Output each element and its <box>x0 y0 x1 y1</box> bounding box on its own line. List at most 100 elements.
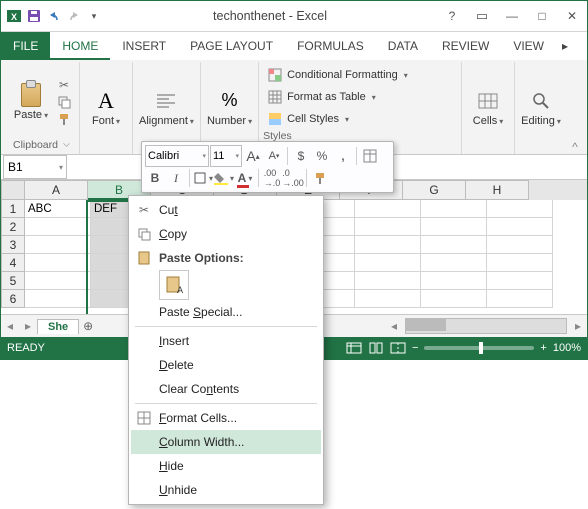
save-icon[interactable] <box>25 5 43 27</box>
tab-nav-next-icon[interactable]: ▸ <box>19 319 37 333</box>
row-header-3[interactable]: 3 <box>1 236 25 254</box>
ctx-paste-special[interactable]: Paste Special... <box>131 300 321 324</box>
add-sheet-icon[interactable]: ⊕ <box>79 319 97 333</box>
tab-file[interactable]: FILE <box>1 32 50 60</box>
tab-insert[interactable]: INSERT <box>110 32 178 60</box>
ctx-copy[interactable]: Copy <box>131 222 321 246</box>
decrease-font-icon[interactable]: A▾ <box>264 146 284 166</box>
italic-icon[interactable]: I <box>166 168 186 188</box>
group-clipboard: Paste ✂ Clipboard <box>5 62 80 154</box>
format-painter-mini-icon[interactable] <box>310 168 330 188</box>
zoom-slider[interactable] <box>424 346 534 350</box>
ctx-column-width[interactable]: Column Width... <box>131 430 321 454</box>
increase-font-icon[interactable]: A▴ <box>243 146 263 166</box>
mini-toolbar: Calibri 11 A▴ A▾ $ % , B I A .00→.0 .0→.… <box>141 141 394 193</box>
decrease-decimal-icon[interactable]: .0→.00 <box>283 168 303 188</box>
group-cells: Cells <box>462 62 515 154</box>
comma-format-icon[interactable]: , <box>333 146 353 166</box>
paste-button[interactable]: Paste <box>11 83 51 121</box>
tab-more-icon[interactable]: ▸ <box>556 32 574 60</box>
borders-icon[interactable] <box>193 168 213 188</box>
cell-a1[interactable]: ABC <box>25 200 91 218</box>
font-size-selector[interactable]: 11 <box>210 145 242 167</box>
ctx-unhide[interactable]: Unhide <box>131 478 321 502</box>
conditional-formatting-button[interactable]: Conditional Formatting <box>263 64 457 86</box>
hscroll-left-icon[interactable]: ◂ <box>385 319 403 333</box>
col-header-h[interactable]: H <box>466 180 529 200</box>
excel-icon: X <box>5 5 23 27</box>
ctx-hide[interactable]: Hide <box>131 454 321 478</box>
row-header-5[interactable]: 5 <box>1 272 25 290</box>
clipboard-launcher-icon[interactable] <box>60 139 71 151</box>
view-page-break-icon[interactable] <box>390 342 406 354</box>
zoom-in-icon[interactable]: + <box>540 342 546 354</box>
help-button[interactable]: ? <box>437 2 467 30</box>
hscroll-right-icon[interactable]: ▸ <box>569 319 587 333</box>
ctx-format-cells[interactable]: Format Cells... <box>131 406 321 430</box>
view-page-layout-icon[interactable] <box>368 342 384 354</box>
font-color-icon[interactable]: A <box>235 168 255 188</box>
ctx-cut[interactable]: ✂Cut <box>131 198 321 222</box>
collapse-ribbon-icon[interactable]: ^ <box>567 62 583 154</box>
percent-format-icon[interactable]: % <box>312 146 332 166</box>
ctx-delete[interactable]: Delete <box>131 353 321 377</box>
alignment-button[interactable]: Alignment <box>139 89 194 127</box>
redo-icon[interactable] <box>65 5 83 27</box>
svg-text:A: A <box>177 285 183 295</box>
zoom-percent[interactable]: 100% <box>553 342 581 354</box>
horizontal-scrollbar[interactable] <box>405 318 567 334</box>
format-painter-icon[interactable] <box>55 111 73 127</box>
tab-formulas[interactable]: FORMULAS <box>285 32 376 60</box>
copy-icon[interactable] <box>55 94 73 110</box>
excel-window: X ▾ techonthenet - Excel ? ▭ — □ ✕ FILE … <box>0 0 588 360</box>
tab-review[interactable]: REVIEW <box>430 32 501 60</box>
table-icon[interactable] <box>360 146 380 166</box>
ribbon-options-button[interactable]: ▭ <box>467 2 497 30</box>
tab-page-layout[interactable]: PAGE LAYOUT <box>178 32 285 60</box>
paste-option-all[interactable]: A <box>159 270 189 300</box>
status-mode: READY <box>7 342 45 354</box>
row-header-6[interactable]: 6 <box>1 290 25 308</box>
zoom-out-icon[interactable]: − <box>412 342 418 354</box>
close-button[interactable]: ✕ <box>557 2 587 30</box>
cell-styles-button[interactable]: Cell Styles <box>263 108 457 130</box>
accounting-format-icon[interactable]: $ <box>291 146 311 166</box>
context-menu: ✂Cut Copy Paste Options: A Paste Special… <box>128 195 324 505</box>
select-all-corner[interactable] <box>1 180 25 200</box>
row-header-2[interactable]: 2 <box>1 218 25 236</box>
ctx-paste-options-label: Paste Options: <box>131 246 321 270</box>
row-header-1[interactable]: 1 <box>1 200 25 218</box>
ctx-clear-contents[interactable]: Clear Contents <box>131 377 321 401</box>
view-normal-icon[interactable] <box>346 342 362 354</box>
ctx-paste-options: A <box>131 270 321 300</box>
tab-data[interactable]: DATA <box>376 32 430 60</box>
tab-nav-prev-icon[interactable]: ◂ <box>1 319 19 333</box>
font-button[interactable]: AFont <box>86 89 126 127</box>
maximize-button[interactable]: □ <box>527 2 557 30</box>
window-title: techonthenet - Excel <box>103 9 437 23</box>
row-header-4[interactable]: 4 <box>1 254 25 272</box>
format-as-table-button[interactable]: Format as Table <box>263 86 457 108</box>
copy-icon <box>135 225 153 243</box>
editing-button[interactable]: Editing <box>521 89 561 127</box>
tab-home[interactable]: HOME <box>50 32 110 60</box>
minimize-button[interactable]: — <box>497 2 527 30</box>
number-button[interactable]: %Number <box>207 89 252 127</box>
window-controls: ? ▭ — □ ✕ <box>437 2 587 30</box>
font-name-selector[interactable]: Calibri <box>145 145 209 167</box>
sheet-tab[interactable]: She <box>37 319 79 334</box>
col-header-g[interactable]: G <box>403 180 466 200</box>
col-header-a[interactable]: A <box>25 180 88 200</box>
ribbon-tabs: FILE HOME INSERT PAGE LAYOUT FORMULAS DA… <box>1 32 587 60</box>
bold-icon[interactable]: B <box>145 168 165 188</box>
tab-view[interactable]: VIEW <box>501 32 556 60</box>
cut-icon[interactable]: ✂ <box>55 77 73 93</box>
format-cells-icon <box>135 409 153 427</box>
undo-icon[interactable] <box>45 5 63 27</box>
name-box[interactable]: B1 <box>3 155 67 179</box>
qat-dropdown-icon[interactable]: ▾ <box>85 5 103 27</box>
cells-button[interactable]: Cells <box>468 89 508 127</box>
fill-color-icon[interactable] <box>214 168 234 188</box>
increase-decimal-icon[interactable]: .00→.0 <box>262 168 282 188</box>
ctx-insert[interactable]: Insert <box>131 329 321 353</box>
